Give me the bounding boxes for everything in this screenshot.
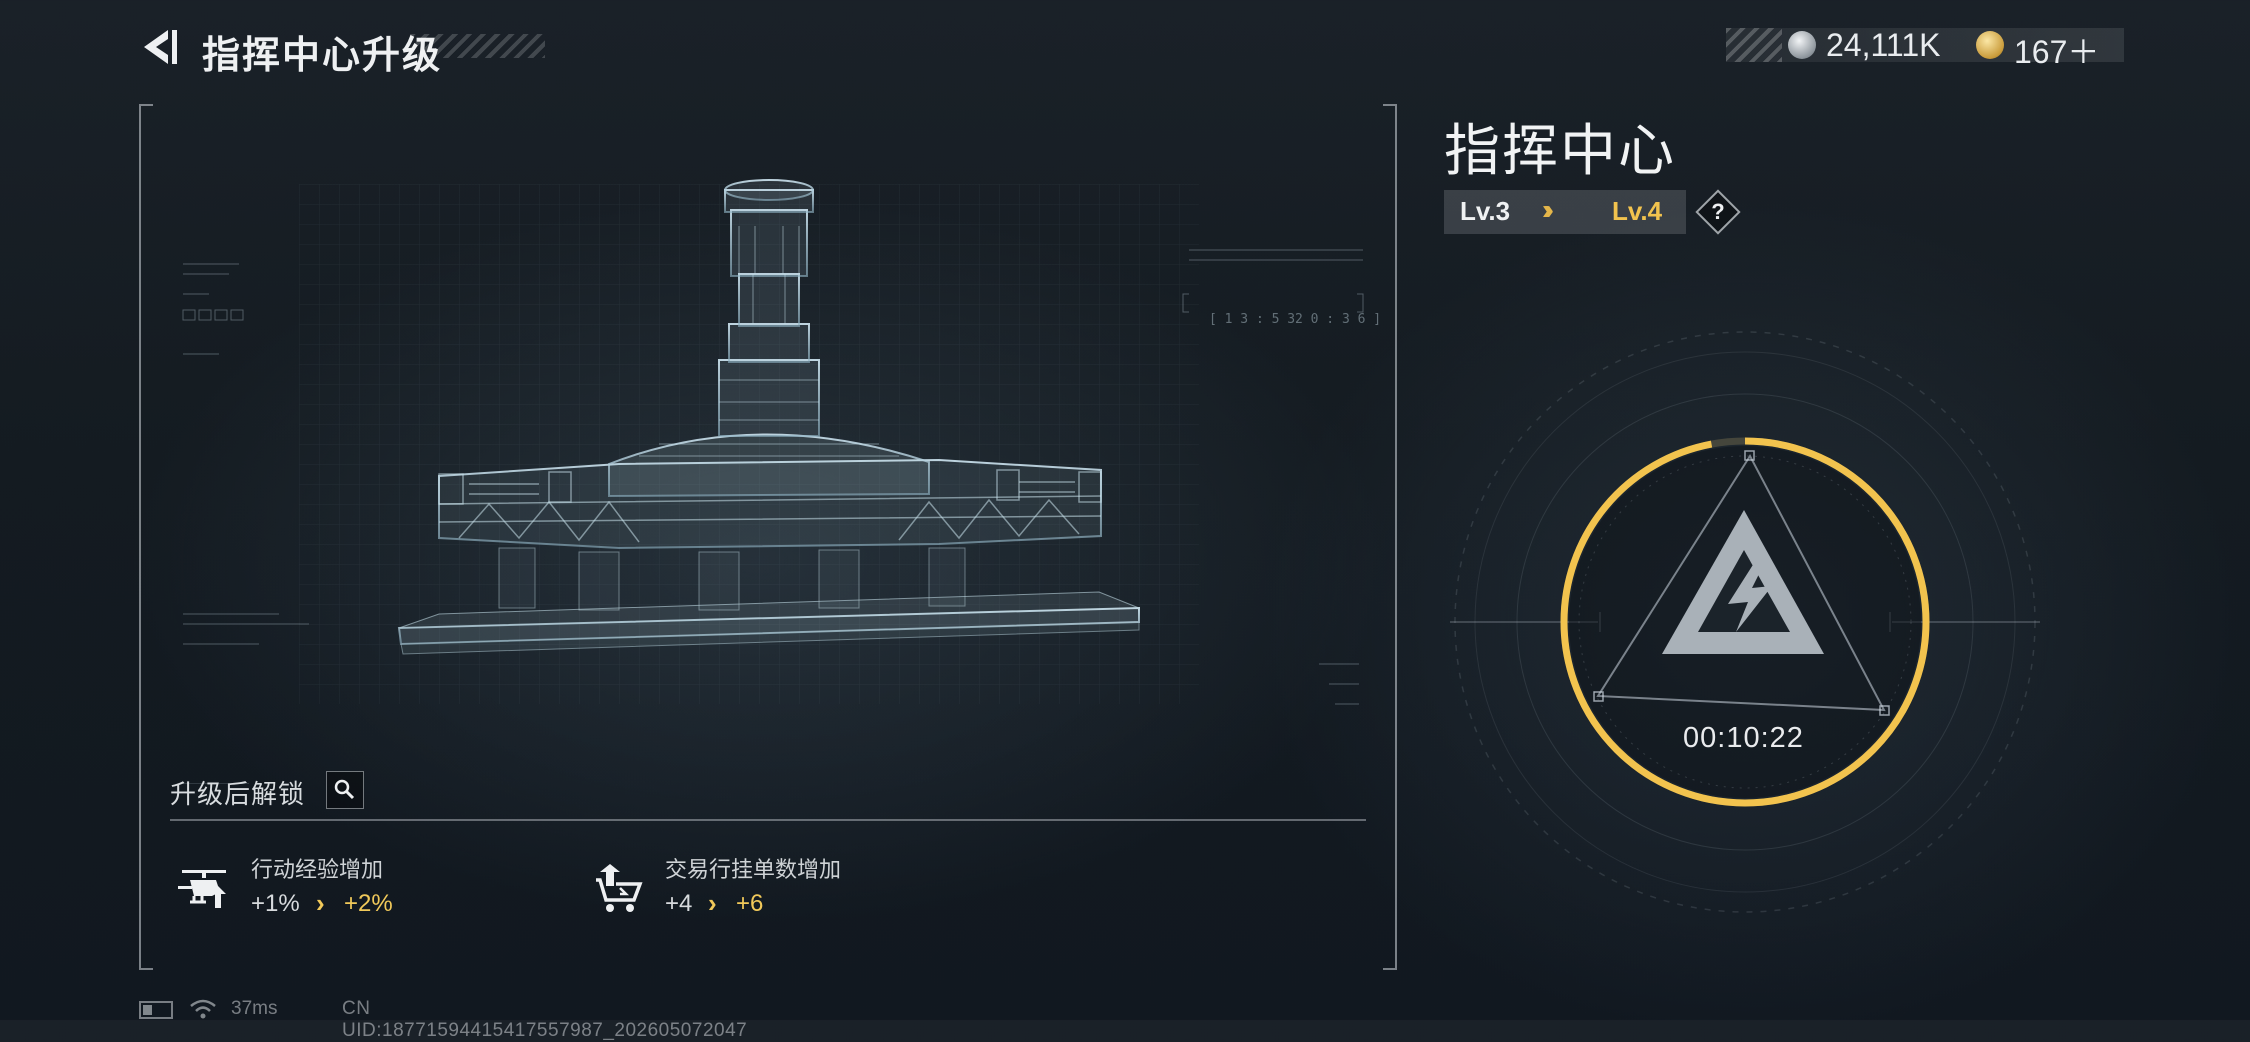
building-name: 指挥中心	[1444, 119, 1676, 182]
bonus-arrow-icon: ›	[316, 888, 325, 918]
bonus-title: 行动经验增加	[251, 857, 384, 882]
unlock-divider	[170, 819, 1366, 821]
svg-text:2 0 : 3 6 ]: 2 0 : 3 6 ]	[1295, 312, 1381, 327]
bonus-next-value: +2%	[344, 890, 393, 917]
page-title: 指挥中心升级	[202, 35, 443, 77]
helicopter-upgrade-icon	[178, 870, 226, 908]
help-label: ?	[1711, 199, 1725, 224]
wifi-icon	[190, 999, 216, 1019]
upgrade-timer-dial	[1450, 331, 2040, 913]
back-arrow-icon[interactable]	[136, 24, 182, 70]
battery-icon	[139, 1001, 173, 1019]
current-level: Lv.3	[1460, 196, 1511, 226]
upgrade-timer: 00:10:22	[1683, 722, 1804, 754]
gold-currency-value[interactable]: 167＋	[2014, 27, 2099, 73]
unlock-section-label: 升级后解锁	[170, 779, 306, 809]
unlock-search-button[interactable]	[326, 771, 364, 809]
bonus-arrow-icon: ›	[708, 888, 717, 918]
bonus-title: 交易行挂单数增加	[665, 857, 842, 882]
silver-currency-value: 24,111K	[1826, 27, 1941, 63]
currency-decoration	[1726, 28, 1782, 62]
top-bar: 指挥中心升级 24,111K 167＋	[0, 0, 2250, 95]
building-preview-panel: [ 1 3 : 5 3 2 0 : 3 6 ] 升级后解锁 行动经验增加 +1%…	[139, 104, 1397, 970]
level-up-chevrons-icon: ›››	[1542, 194, 1554, 225]
ping-value: 37ms	[231, 998, 278, 1019]
help-button[interactable]: ?	[1695, 189, 1741, 235]
trade-cart-upgrade-icon	[596, 864, 643, 912]
svg-text:[ 1 3 : 5 3: [ 1 3 : 5 3	[1209, 312, 1295, 327]
command-center-hologram: [ 1 3 : 5 3 2 0 : 3 6 ]	[182, 179, 1381, 784]
bonus-current-value: +1%	[251, 890, 300, 917]
magnifier-icon	[334, 779, 355, 800]
level-indicator: Lv.3 ››› Lv.4	[1444, 190, 1686, 234]
user-uid: CN UID:18771594415417557987_202605072047	[342, 998, 748, 1041]
currency-bar: 24,111K 167＋	[1726, 27, 2124, 70]
gold-coin-icon	[1976, 31, 2004, 59]
bonus-current-value: +4	[665, 890, 693, 917]
title-decoration	[410, 34, 545, 58]
next-level: Lv.4	[1612, 196, 1663, 226]
bonus-next-value: +6	[736, 890, 764, 917]
silver-coin-icon	[1788, 31, 1816, 59]
